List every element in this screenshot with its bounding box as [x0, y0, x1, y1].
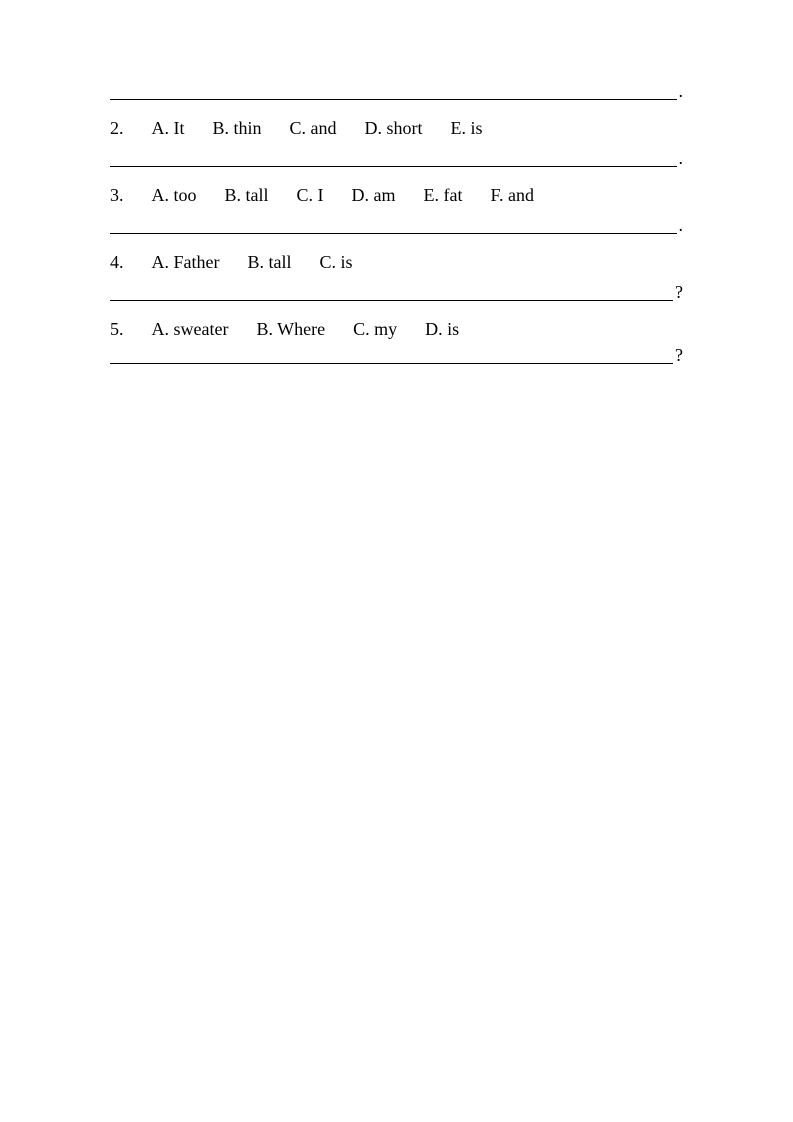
question-4-option-b: B. tall	[247, 252, 291, 273]
question-2-options: 2. A. It B. thin C. and D. short E. is	[110, 118, 683, 139]
question-3-option-e: E. fat	[424, 185, 463, 206]
question-3-option-d: D. am	[352, 185, 396, 206]
page: . 2. A. It B. thin C. and D. short E. is…	[0, 0, 793, 1122]
question-2-option-e: E. is	[451, 118, 483, 139]
question-5-option-a: A. sweater	[152, 319, 229, 340]
question-5-second-line-ending: ?	[675, 346, 683, 364]
question-4-options: 4. A. Father B. tall C. is	[110, 252, 683, 273]
question-3-answer-line	[110, 147, 677, 167]
question-5-block: ? 5. A. sweater B. Where C. my D. is ?	[110, 281, 683, 364]
question-3-answer-line-row: .	[110, 147, 683, 167]
question-5-options: 5. A. sweater B. Where C. my D. is	[110, 319, 683, 340]
question-4-option-c: C. is	[319, 252, 352, 273]
question-3-option-c: C. I	[297, 185, 324, 206]
question-5-answer-line	[110, 281, 673, 301]
question-5-option-d: D. is	[425, 319, 459, 340]
question-5-line-ending: ?	[675, 283, 683, 301]
question-4-answer-line-row: .	[110, 214, 683, 234]
question-4-block: . 4. A. Father B. tall C. is	[110, 214, 683, 273]
question-3-option-f: F. and	[490, 185, 534, 206]
question-4-option-a: A. Father	[152, 252, 220, 273]
question-4-line-ending: .	[679, 216, 684, 234]
question-2-line-ending: .	[679, 82, 684, 100]
question-2-number: 2.	[110, 118, 124, 139]
question-5-second-answer-line-row: ?	[110, 344, 683, 364]
question-4-number: 4.	[110, 252, 124, 273]
question-2-answer-line	[110, 80, 677, 100]
question-4-answer-line	[110, 214, 677, 234]
question-5-option-b: B. Where	[256, 319, 325, 340]
question-3-block: . 3. A. too B. tall C. I D. am E. fat F.…	[110, 147, 683, 206]
question-2-option-a: A. It	[152, 118, 185, 139]
question-3-option-b: B. tall	[225, 185, 269, 206]
question-2-option-d: D. short	[365, 118, 423, 139]
question-2-answer-line-row: .	[110, 80, 683, 100]
question-5-option-c: C. my	[353, 319, 397, 340]
question-2-option-c: C. and	[290, 118, 337, 139]
question-3-options: 3. A. too B. tall C. I D. am E. fat F. a…	[110, 185, 683, 206]
question-5-second-answer-line	[110, 344, 673, 364]
question-3-option-a: A. too	[152, 185, 197, 206]
question-3-number: 3.	[110, 185, 124, 206]
question-3-line-ending: .	[679, 149, 684, 167]
question-2-option-b: B. thin	[213, 118, 262, 139]
question-2-block: . 2. A. It B. thin C. and D. short E. is	[110, 80, 683, 139]
question-5-answer-line-row: ?	[110, 281, 683, 301]
question-5-number: 5.	[110, 319, 124, 340]
